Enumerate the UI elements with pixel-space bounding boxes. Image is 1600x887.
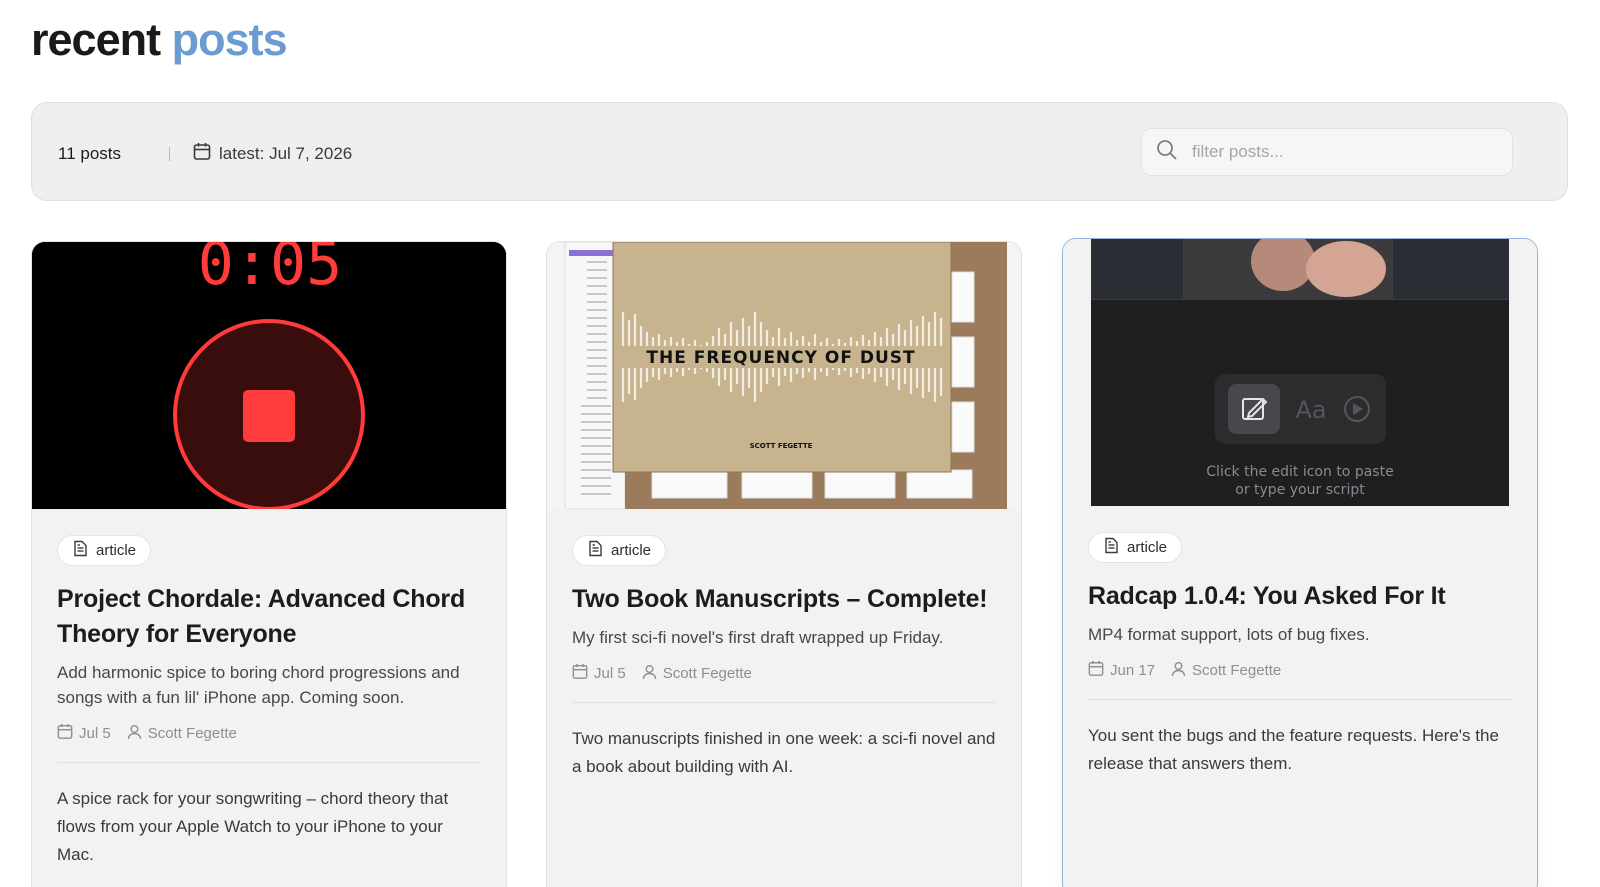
- post-excerpt: A spice rack for your songwriting – chor…: [57, 789, 449, 864]
- post-type-badge: article: [1088, 532, 1183, 563]
- user-icon: [1171, 661, 1186, 681]
- post-author: Scott Fegette: [662, 665, 752, 682]
- post-meta: Jul 5 Scott Fegette: [572, 663, 996, 684]
- post-thumbnail: 0:05: [32, 242, 506, 509]
- toolbar-divider: [169, 147, 170, 161]
- calendar-icon: [572, 663, 588, 684]
- post-excerpt: Two manuscripts finished in one week: a …: [572, 729, 996, 776]
- page-title: recent posts: [31, 14, 288, 66]
- post-type-label: article: [1127, 539, 1168, 556]
- divider: [1088, 699, 1512, 700]
- post-count: 11 posts: [58, 144, 122, 163]
- stop-icon: [243, 390, 295, 442]
- post-date: Jun 17: [1110, 662, 1156, 679]
- post-author: Scott Fegette: [1192, 662, 1282, 679]
- font-icon: Aa: [1295, 396, 1326, 424]
- divider: [572, 702, 996, 703]
- post-description: MP4 format support, lots of bug fixes.: [1088, 625, 1370, 644]
- filter-posts-input[interactable]: [1192, 142, 1492, 162]
- post-author: Scott Fegette: [147, 725, 237, 742]
- post-card[interactable]: THE FREQUENCY OF DUST SCOTT FEGETTE arti…: [546, 241, 1022, 887]
- post-title[interactable]: Project Chordale: Advanced Chord Theory …: [57, 582, 481, 652]
- post-date: Jul 5: [79, 725, 111, 742]
- search-icon: [1156, 139, 1178, 166]
- post-date: Jul 5: [594, 665, 626, 682]
- page-title-accent: posts: [171, 14, 288, 65]
- post-type-label: article: [611, 542, 652, 559]
- post-meta: Jul 5 Scott Fegette: [57, 723, 481, 744]
- book-cover-title: THE FREQUENCY OF DUST: [646, 348, 915, 368]
- post-description: Add harmonic spice to boring chord progr…: [57, 663, 460, 707]
- post-thumbnail: Aa Click the edit icon to paste or type …: [1063, 239, 1537, 506]
- post-type-label: article: [96, 542, 137, 559]
- post-type-badge: article: [57, 535, 152, 566]
- post-description: My first sci-fi novel's first draft wrap…: [572, 628, 944, 647]
- user-icon: [642, 664, 657, 684]
- calendar-icon: [57, 723, 73, 744]
- thumb-hint-line1: Click the edit icon to paste: [1206, 464, 1393, 480]
- thumb-hint-line2: or type your script: [1235, 482, 1365, 498]
- latest-date-label: latest: Jul 7, 2026: [219, 144, 353, 163]
- divider: [57, 762, 481, 763]
- timer-readout: 0:05: [198, 242, 343, 299]
- user-icon: [127, 724, 142, 744]
- post-title[interactable]: Two Book Manuscripts – Complete!: [572, 582, 996, 617]
- calendar-icon: [193, 142, 211, 166]
- post-thumbnail: THE FREQUENCY OF DUST SCOTT FEGETTE: [547, 242, 1021, 509]
- document-icon: [588, 540, 603, 561]
- book-cover-author: SCOTT FEGETTE: [750, 442, 813, 450]
- posts-toolbar: 11 posts latest: Jul 7, 2026: [31, 102, 1568, 201]
- page-title-main: recent: [31, 14, 161, 65]
- calendar-icon: [1088, 660, 1104, 681]
- post-excerpt: You sent the bugs and the feature reques…: [1088, 726, 1499, 773]
- filter-search: [1141, 128, 1513, 176]
- document-icon: [73, 540, 88, 561]
- post-meta: Jun 17 Scott Fegette: [1088, 660, 1512, 681]
- latest-date: latest: Jul 7, 2026: [193, 142, 352, 166]
- post-type-badge: article: [572, 535, 667, 566]
- post-card[interactable]: Aa Click the edit icon to paste or type …: [1062, 238, 1538, 887]
- post-card[interactable]: 0:05 article Project Chordale: Advanced …: [31, 241, 507, 887]
- post-title[interactable]: Radcap 1.0.4: You Asked For It: [1088, 579, 1512, 614]
- document-icon: [1104, 537, 1119, 558]
